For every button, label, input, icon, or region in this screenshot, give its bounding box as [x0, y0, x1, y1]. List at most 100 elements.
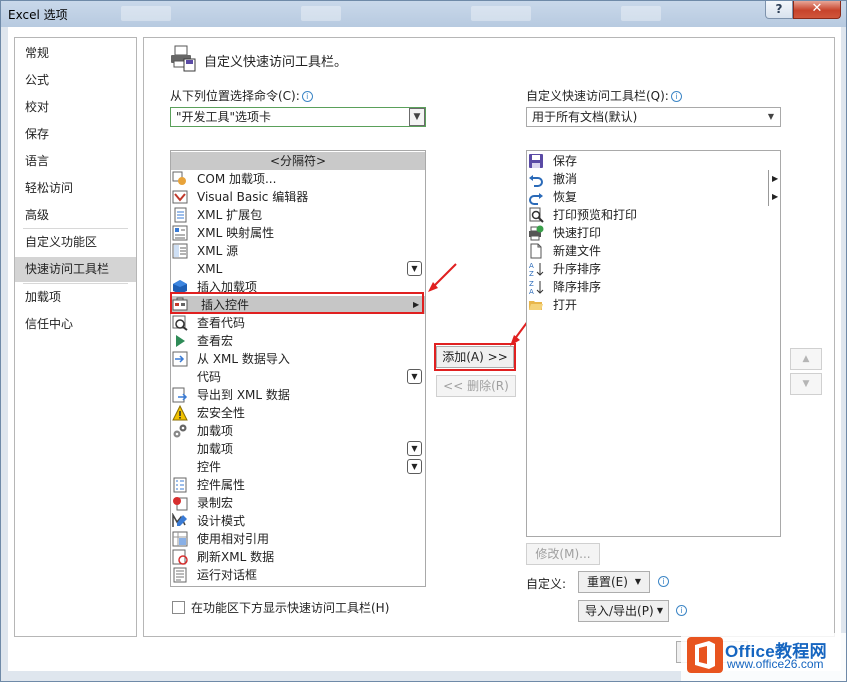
- chevron-down-icon[interactable]: ▼: [409, 108, 425, 126]
- list-item-import-xml[interactable]: 从 XML 数据导入: [171, 350, 425, 368]
- list-item-xml-map-properties[interactable]: XML 映射属性: [171, 224, 425, 242]
- qat-item-undo[interactable]: 撤消 ▶: [527, 170, 780, 188]
- list-item-xml-expansion-pack[interactable]: XML 扩展包: [171, 206, 425, 224]
- list-item-separator[interactable]: <分隔符>: [171, 152, 425, 170]
- expand-group-icon[interactable]: ▼: [407, 441, 422, 456]
- import-export-button-label: 导入/导出(P): [585, 604, 654, 618]
- qat-item-sort-descending[interactable]: ZA 降序排序: [527, 278, 780, 296]
- list-item-label: 保存: [553, 154, 578, 168]
- show-below-ribbon-label[interactable]: 在功能区下方显示快速访问工具栏(H): [191, 599, 389, 616]
- available-commands-list[interactable]: <分隔符> COM 加载项... Visual Basic 编辑器 XML 扩展…: [170, 150, 426, 587]
- sidebar-item-customize-ribbon[interactable]: 自定义功能区: [15, 230, 136, 255]
- list-item-label: 恢复: [553, 190, 578, 204]
- list-item-xml-group[interactable]: XML ▼: [171, 260, 425, 278]
- list-item-controls-group[interactable]: 控件 ▼: [171, 458, 425, 476]
- qat-item-open[interactable]: 打开: [527, 296, 780, 314]
- sidebar-item-quick-access-toolbar[interactable]: 快速访问工具栏: [15, 257, 136, 282]
- list-item-label: 新建文件: [553, 244, 602, 258]
- info-icon[interactable]: i: [658, 576, 669, 587]
- sidebar-item-accessibility[interactable]: 轻松访问: [15, 176, 136, 201]
- customize-qat-dropdown[interactable]: 用于所有文档(默认) ▼: [526, 107, 781, 127]
- sidebar-item-proofing[interactable]: 校对: [15, 95, 136, 120]
- list-item-record-macro[interactable]: 录制宏: [171, 494, 425, 512]
- list-item-label: Visual Basic 编辑器: [197, 190, 309, 204]
- sidebar-item-save[interactable]: 保存: [15, 122, 136, 147]
- list-item-com-addins[interactable]: COM 加载项...: [171, 170, 425, 188]
- chevron-down-icon[interactable]: ▼: [764, 109, 778, 125]
- run-dialog-icon: [173, 567, 187, 583]
- sidebar-item-advanced[interactable]: 高级: [15, 203, 136, 228]
- list-item-label: 录制宏: [197, 496, 234, 510]
- list-item-run-dialog[interactable]: 运行对话框: [171, 566, 425, 584]
- sidebar-item-formulas[interactable]: 公式: [15, 68, 136, 93]
- list-item-addins-group[interactable]: 加载项 ▼: [171, 440, 425, 458]
- qat-item-save[interactable]: 保存: [527, 152, 780, 170]
- office-logo-glyph-icon: [695, 641, 715, 669]
- list-item-label: <分隔符>: [269, 154, 327, 168]
- quick-access-toolbar-list[interactable]: 保存 撤消 ▶ 恢复 ▶ 打印预览和打印 快速打印 新建文件 A Z 升序排序 …: [526, 150, 781, 537]
- move-up-button[interactable]: ▲: [790, 348, 822, 370]
- expand-group-icon[interactable]: ▼: [407, 369, 422, 384]
- xml-expansion-icon: [174, 207, 187, 223]
- office-logo-icon: [687, 637, 723, 673]
- refresh-xml-icon: [172, 549, 188, 565]
- sidebar-item-language[interactable]: 语言: [15, 149, 136, 174]
- help-button[interactable]: ?: [765, 1, 793, 19]
- list-item-view-code[interactable]: 查看代码: [171, 314, 425, 332]
- sidebar-item-addins[interactable]: 加载项: [15, 285, 136, 310]
- reset-button[interactable]: 重置(E) ▼: [578, 571, 650, 593]
- commands-from-label: 从下列位置选择命令(C): i: [170, 87, 313, 104]
- expand-group-icon[interactable]: ▼: [407, 261, 422, 276]
- list-item-export-xml[interactable]: 导出到 XML 数据: [171, 386, 425, 404]
- sidebar-item-general[interactable]: 常规: [15, 41, 136, 66]
- submenu-arrow-icon: ▶: [768, 188, 778, 206]
- remove-button[interactable]: << 删除(R): [436, 375, 516, 397]
- titlebar-background-blur: [301, 6, 341, 21]
- quick-print-icon: [529, 225, 544, 241]
- show-below-ribbon-checkbox[interactable]: [172, 601, 185, 614]
- list-item-label: 控件属性: [197, 478, 246, 492]
- info-icon[interactable]: i: [670, 91, 682, 102]
- qat-item-redo[interactable]: 恢复 ▶: [527, 188, 780, 206]
- chevron-down-icon: ▼: [656, 606, 663, 615]
- reset-button-label: 重置(E): [587, 575, 628, 589]
- list-item-visual-basic-editor[interactable]: Visual Basic 编辑器: [171, 188, 425, 206]
- list-item-label: 查看宏: [197, 334, 234, 348]
- list-item-relative-reference[interactable]: 使用相对引用: [171, 530, 425, 548]
- move-down-button[interactable]: ▼: [790, 373, 822, 395]
- qat-item-print-preview[interactable]: 打印预览和打印: [527, 206, 780, 224]
- window-title: Excel 选项: [8, 8, 68, 22]
- list-item-label: 加载项: [197, 442, 234, 456]
- list-item-code-group[interactable]: 代码 ▼: [171, 368, 425, 386]
- list-item-xml-source[interactable]: XML 源: [171, 242, 425, 260]
- qat-item-quick-print[interactable]: 快速打印: [527, 224, 780, 242]
- list-item-label: XML 映射属性: [197, 226, 275, 240]
- sidebar-item-trust-center[interactable]: 信任中心: [15, 312, 136, 337]
- sidebar-divider: [23, 228, 128, 229]
- import-export-button[interactable]: 导入/导出(P) ▼: [578, 600, 669, 622]
- commands-from-dropdown[interactable]: "开发工具"选项卡 ▼: [170, 107, 426, 127]
- watermark: Office教程网 www.office26.com: [681, 633, 846, 681]
- list-item-label: 运行对话框: [197, 568, 258, 582]
- save-icon: [529, 154, 543, 168]
- qat-item-new-file[interactable]: 新建文件: [527, 242, 780, 260]
- svg-text:A: A: [529, 288, 534, 295]
- addins-icon: [173, 424, 187, 438]
- xml-export-icon: [172, 387, 188, 403]
- list-item-control-properties[interactable]: 控件属性: [171, 476, 425, 494]
- expand-group-icon[interactable]: ▼: [407, 459, 422, 474]
- chevron-down-icon: ▼: [634, 577, 641, 586]
- info-icon[interactable]: i: [676, 605, 687, 616]
- highlight-box-add-button: [434, 343, 516, 371]
- list-item-view-macros[interactable]: 查看宏: [171, 332, 425, 350]
- list-item-refresh-xml[interactable]: 刷新XML 数据: [171, 548, 425, 566]
- list-item-macro-security[interactable]: 宏安全性: [171, 404, 425, 422]
- info-icon[interactable]: i: [301, 91, 313, 102]
- list-item-design-mode[interactable]: 设计模式: [171, 512, 425, 530]
- qat-item-sort-ascending[interactable]: AZ 升序排序: [527, 260, 780, 278]
- close-button[interactable]: ✕: [793, 1, 841, 19]
- modify-button[interactable]: 修改(M)...: [526, 543, 600, 565]
- list-item-label: 使用相对引用: [197, 532, 270, 546]
- customize-label: 自定义:: [526, 577, 567, 591]
- list-item-addins[interactable]: 加载项: [171, 422, 425, 440]
